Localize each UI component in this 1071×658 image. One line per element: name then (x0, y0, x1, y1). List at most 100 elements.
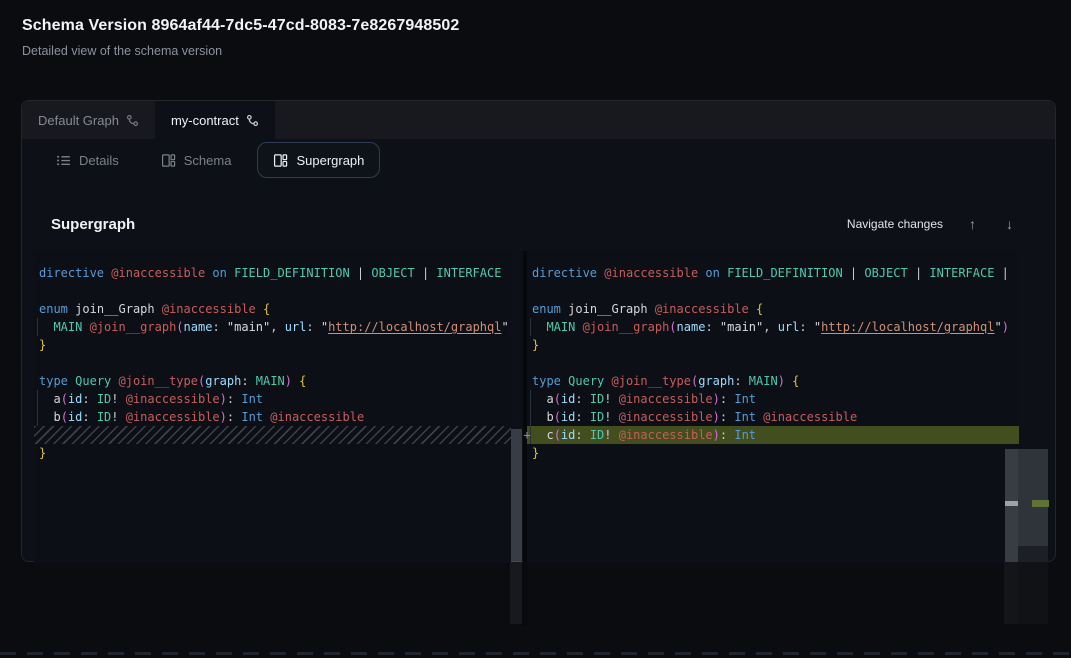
code-token: " (501, 320, 508, 334)
code-token: enum (532, 302, 561, 316)
diff-placeholder-line (34, 426, 511, 444)
tab-my-contract[interactable]: my-contract (155, 101, 275, 139)
code-token (256, 302, 263, 316)
code-token: MAIN (256, 374, 285, 388)
sdl-diff-editor: directive @inaccessible on FIELD_DEFINIT… (34, 251, 1048, 626)
code-token: : (734, 374, 748, 388)
subtab-schema[interactable]: Schema (145, 142, 248, 178)
code-token: ID (590, 410, 604, 424)
schema-version-card: Default Graph my-contract (21, 100, 1056, 562)
code-token: | (843, 266, 865, 280)
code-token (532, 410, 546, 424)
code-token: : (799, 320, 813, 334)
code-token: FIELD_DEFINITION (727, 266, 843, 280)
code-token: INTERFACE (436, 266, 501, 280)
code-token (39, 410, 53, 424)
code-token: c (546, 428, 553, 442)
bottom-dashed-edge (0, 652, 1071, 655)
code-token: ID (97, 410, 111, 424)
code-line: b(id: ID! @inaccessible): Int @inaccessi… (34, 408, 511, 426)
code-line: type Query @join__type(graph: MAIN) { (34, 372, 511, 390)
code-token: id (561, 392, 575, 406)
code-token: graph (205, 374, 241, 388)
indent-guide (37, 390, 38, 408)
previous-change-button[interactable]: ↑ (965, 215, 980, 233)
code-token: directive (39, 266, 104, 280)
code-line: a(id: ID! @inaccessible): Int (34, 390, 511, 408)
code-line: } (527, 444, 1019, 462)
code-token: : (575, 410, 589, 424)
code-token: @join__type (119, 374, 198, 388)
code-token: : (705, 320, 719, 334)
code-token: ( (554, 428, 561, 442)
code-token: @inaccessible (763, 410, 857, 424)
code-token: @join__graph (90, 320, 177, 334)
original-vertical-scrollbar[interactable] (511, 429, 522, 566)
code-line (34, 282, 511, 300)
scroll-position-marker (1005, 501, 1018, 506)
code-token: Query (75, 374, 111, 388)
code-token: : (82, 410, 96, 424)
code-line: enum join__Graph @inaccessible { (527, 300, 1019, 318)
code-token: Query (568, 374, 604, 388)
graph-tabstrip: Default Graph my-contract (22, 101, 1055, 139)
code-token: } (39, 446, 46, 460)
code-line (527, 282, 1019, 300)
schema-panels-icon (273, 153, 288, 168)
diff-original-pane[interactable]: directive @inaccessible on FIELD_DEFINIT… (34, 251, 511, 563)
code-token: on (205, 266, 234, 280)
code-token: url (778, 320, 800, 334)
code-token: } (532, 446, 539, 460)
code-token: MAIN (53, 320, 82, 334)
url-link-token[interactable]: http://localhost/graphql (328, 320, 501, 334)
code-token: directive (532, 266, 597, 280)
code-token (604, 374, 611, 388)
diff-overview-ruler-tail (1018, 546, 1048, 563)
code-token: : (720, 428, 734, 442)
code-token: type (532, 374, 561, 388)
code-token: ( (554, 410, 561, 424)
code-token: @inaccessible (126, 410, 220, 424)
code-token: | (908, 266, 930, 280)
code-line (34, 354, 511, 372)
url-link-token[interactable]: http://localhost/graphql (821, 320, 994, 334)
code-token: url (285, 320, 307, 334)
code-token: ) (509, 320, 511, 334)
code-token: enum (39, 302, 68, 316)
code-token: Int (734, 392, 756, 406)
code-line: MAIN @join__graph(name: "main", url: "ht… (34, 318, 511, 336)
code-token: INTERFACE (929, 266, 994, 280)
code-token: : (241, 374, 255, 388)
code-token: name (677, 320, 706, 334)
contract-fork-icon (246, 114, 259, 127)
code-token: type (39, 374, 68, 388)
code-token: , (763, 320, 777, 334)
code-token: id (561, 410, 575, 424)
code-line: } (34, 444, 511, 462)
diff-modified-pane[interactable]: directive @inaccessible on FIELD_DEFINIT… (527, 251, 1019, 563)
contract-fork-icon (126, 114, 139, 127)
subtab-supergraph[interactable]: Supergraph (257, 142, 380, 178)
code-token: Int (734, 410, 756, 424)
subtab-details[interactable]: Details (40, 142, 135, 178)
code-token: ( (554, 392, 561, 406)
code-line: b(id: ID! @inaccessible): Int @inaccessi… (527, 408, 1019, 426)
code-token: @inaccessible (619, 392, 713, 406)
code-token: ) (220, 392, 227, 406)
code-token: OBJECT (864, 266, 907, 280)
code-token: Int (241, 392, 263, 406)
code-token: { (299, 374, 306, 388)
code-token: ! (604, 410, 618, 424)
code-token: ) (220, 410, 227, 424)
code-token: : (227, 392, 241, 406)
modified-vertical-scrollbar[interactable] (1005, 449, 1018, 566)
code-token: ( (61, 392, 68, 406)
code-token: b (546, 410, 553, 424)
code-token: ! (604, 428, 618, 442)
code-token: ( (669, 320, 676, 334)
diff-overview-ruler[interactable] (1018, 449, 1048, 546)
code-token: ) (713, 392, 720, 406)
tab-default-graph[interactable]: Default Graph (22, 101, 155, 139)
code-token: : (575, 392, 589, 406)
next-change-button[interactable]: ↓ (1002, 215, 1017, 233)
